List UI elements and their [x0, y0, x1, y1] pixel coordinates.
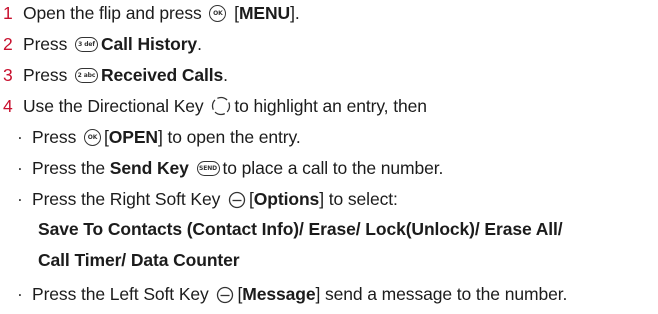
- ok-key-icon: OK: [209, 5, 227, 22]
- options-label: Options: [253, 189, 320, 209]
- step-1: 1 Open the flip and press OK [MENU].: [3, 3, 300, 23]
- instructions: 1 Open the flip and press OK [MENU]. 2 Pre…: [0, 0, 658, 314]
- received-calls-label: Received Calls: [101, 65, 224, 85]
- left-soft-key-icon: [217, 286, 234, 304]
- step-text: Press: [23, 34, 68, 54]
- step-2: 2 Press 3 def Call History.: [3, 34, 202, 54]
- bullet: ·: [17, 284, 23, 304]
- step-3: 3 Press 2 abc Received Calls.: [3, 65, 228, 85]
- substep-options: · Press the Right Soft Key [Options] to s…: [17, 189, 398, 209]
- call-history-label: Call History: [101, 34, 198, 54]
- ok-key-icon: OK: [84, 129, 101, 146]
- step-number: 3: [3, 65, 13, 85]
- send-key-label: Send Key: [109, 158, 189, 178]
- three-key-icon: 3 def: [75, 37, 98, 52]
- step-text: Press: [23, 65, 68, 85]
- substep-open: · Press OK [OPEN] to open the entry.: [17, 127, 301, 147]
- message-label: Message: [242, 284, 316, 304]
- bullet: ·: [17, 127, 23, 147]
- step-text: Use the Directional Key: [23, 96, 204, 116]
- bullet: ·: [17, 158, 23, 178]
- step-text: Open the flip and press: [23, 3, 202, 23]
- right-soft-key-icon: [228, 191, 246, 209]
- step-4: 4 Use the Directional Key to highlight an…: [3, 96, 427, 116]
- substep-message: · Press the Left Soft Key [Message] send …: [17, 284, 568, 304]
- menu-label: MENU: [238, 3, 291, 23]
- bullet: ·: [17, 189, 23, 209]
- step-number: 1: [3, 3, 13, 23]
- options-list-line-1: Save To Contacts (Contact Info)/ Erase/ …: [38, 219, 563, 239]
- two-key-icon: 2 abc: [75, 68, 98, 83]
- step-number: 4: [3, 96, 13, 116]
- open-label: OPEN: [108, 127, 158, 147]
- directional-key-icon: [212, 96, 231, 116]
- send-key-icon: SEND: [196, 161, 220, 176]
- step-number: 2: [3, 34, 13, 54]
- substep-send: · Press the Send Key SEND to place a call …: [17, 158, 444, 178]
- options-list-line-2: Call Timer/ Data Counter: [38, 250, 240, 270]
